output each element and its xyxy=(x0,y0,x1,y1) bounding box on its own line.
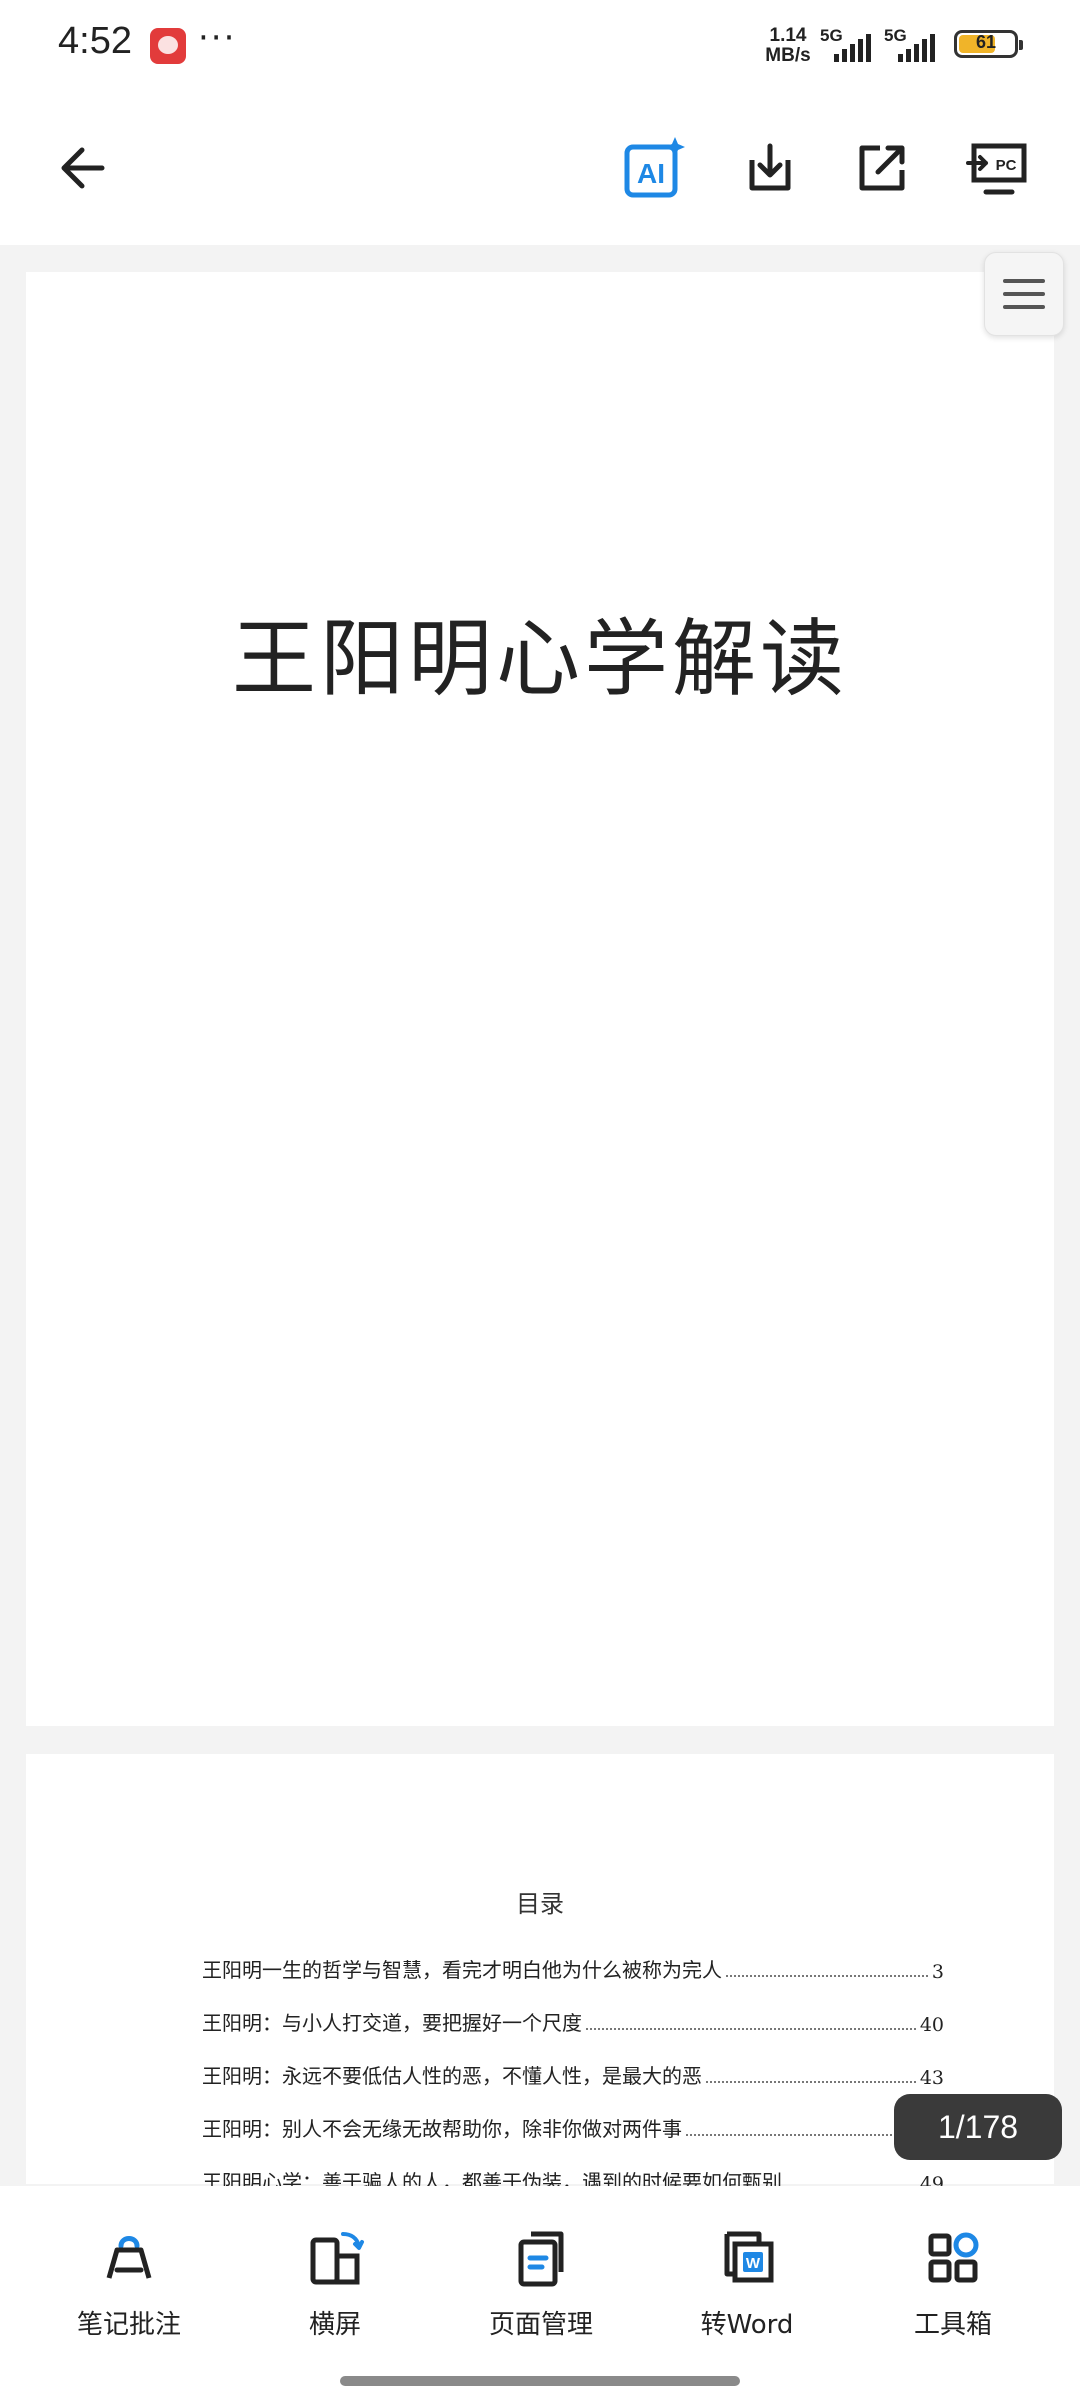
ai-icon: AI xyxy=(624,137,685,198)
toc-item-page: 3 xyxy=(931,1961,944,1983)
toolbox-icon xyxy=(928,2232,979,2283)
status-time: 4:52 xyxy=(58,20,132,62)
annotate-label: 笔记批注 xyxy=(76,2310,181,2340)
convert-to-word-label: 转Word xyxy=(700,2310,794,2340)
toc-leader xyxy=(726,1975,928,1977)
toc-item[interactable]: 王阳明一生的哲学与智慧，看完才明白他为什么被称为完人 3 xyxy=(202,1930,944,1983)
toc-item-title: 王阳明：与小人打交道，要把握好一个尺度 xyxy=(202,2011,582,2035)
network-speed-unit: MB/s xyxy=(765,45,811,66)
toc-item-title: 王阳明：永远不要低估人性的恶，不懂人性，是最大的恶 xyxy=(202,2064,702,2088)
highlighter-icon xyxy=(106,2236,152,2279)
network-speed: 1.14 MB/s xyxy=(758,26,818,66)
pages-icon xyxy=(518,2231,564,2287)
arrow-left-icon xyxy=(61,147,105,189)
cast-to-pc-icon: PC xyxy=(966,143,1027,195)
outline-menu-button[interactable] xyxy=(984,252,1064,336)
toolbox-label: 工具箱 xyxy=(913,2310,992,2340)
menu-icon xyxy=(1003,279,1045,283)
rotate-screen-icon xyxy=(310,2232,364,2285)
network-speed-value: 1.14 xyxy=(769,25,807,46)
landscape-label: 横屏 xyxy=(308,2310,361,2340)
signal-icon: 5G xyxy=(820,26,882,62)
toc-item-page: 40 xyxy=(919,2014,944,2036)
toc-leader xyxy=(706,2081,916,2083)
cast-to-pc-button[interactable]: PC xyxy=(958,128,1038,208)
share-button[interactable] xyxy=(842,128,922,208)
battery-level: 61 xyxy=(975,32,997,52)
toc-item[interactable]: 王阳明：永远不要低估人性的恶，不懂人性，是最大的恶 43 xyxy=(202,2036,944,2089)
word-icon: W xyxy=(724,2231,774,2283)
download-button[interactable] xyxy=(730,128,810,208)
toc-item[interactable]: 王阳明：与小人打交道，要把握好一个尺度 40 xyxy=(202,1983,944,2036)
download-icon xyxy=(749,143,791,191)
app-notification-icon xyxy=(150,28,186,64)
bottom-toolbar: 笔记批注 横屏 页面管理 W 转Word 工具箱 xyxy=(0,2186,1080,2400)
battery-icon: 61 xyxy=(954,30,1023,58)
toc-item-title: 王阳明：别人不会无缘无故帮助你，除非你做对两件事 xyxy=(202,2117,682,2141)
toc-item[interactable]: 王阳明：别人不会无缘无故帮助你，除非你做对两件事 47 xyxy=(202,2089,944,2142)
convert-to-word-button[interactable]: W 转Word xyxy=(652,2226,842,2366)
toc-heading: 目录 xyxy=(516,1890,564,1918)
back-button[interactable] xyxy=(44,128,124,208)
toolbox-button[interactable]: 工具箱 xyxy=(858,2226,1048,2366)
toc-leader xyxy=(586,2028,916,2030)
toc-list: 王阳明一生的哲学与智慧，看完才明白他为什么被称为完人 3 王阳明：与小人打交道，… xyxy=(202,1930,944,2195)
more-notifications-icon: ··· xyxy=(198,18,237,58)
page-management-button[interactable]: 页面管理 xyxy=(446,2226,636,2366)
toc-item-title: 王阳明一生的哲学与智慧，看完才明白他为什么被称为完人 xyxy=(202,1958,722,1982)
ai-button[interactable]: AI xyxy=(614,128,694,208)
page-indicator[interactable]: 1/178 xyxy=(894,2094,1062,2160)
ai-label: AI xyxy=(637,158,665,189)
status-bar: 4:52 ··· 1.14 MB/s 5G 5G 61 xyxy=(0,0,1080,90)
top-toolbar: AI PC xyxy=(0,90,1080,245)
toc-leader xyxy=(686,2134,916,2136)
page-management-label: 页面管理 xyxy=(488,2310,593,2340)
document-title: 王阳明心学解读 xyxy=(231,610,848,708)
signal-icon: 5G xyxy=(884,26,946,62)
document-page-1[interactable]: 王阳明心学解读 xyxy=(26,272,1054,1726)
home-indicator[interactable] xyxy=(340,2376,740,2386)
share-icon xyxy=(859,145,905,191)
landscape-button[interactable]: 横屏 xyxy=(240,2226,430,2366)
pc-label: PC xyxy=(996,157,1017,174)
toc-item-page: 43 xyxy=(919,2067,944,2089)
word-glyph: W xyxy=(746,2255,761,2272)
annotate-button[interactable]: 笔记批注 xyxy=(34,2226,224,2366)
